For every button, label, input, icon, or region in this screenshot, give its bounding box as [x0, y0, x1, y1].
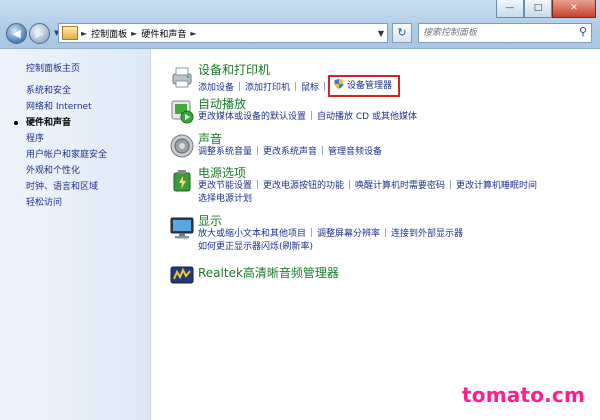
category-title-realtek[interactable]: Realtek高清晰音频管理器 — [198, 264, 339, 281]
link-divider — [349, 180, 351, 189]
window-controls: — □ ✕ — [496, 0, 596, 18]
maximize-button[interactable]: □ — [524, 0, 552, 18]
category-title-power[interactable]: 电源选项 — [198, 164, 246, 181]
category-title-devices[interactable]: 设备和打印机 — [198, 61, 270, 78]
monitor-icon[interactable] — [169, 215, 195, 241]
change-power-saving-link[interactable]: 更改节能设置 — [198, 181, 252, 191]
fix-monitor-flicker-link[interactable]: 如何更正显示器闪烁(刷新率) — [198, 242, 313, 252]
breadcrumb-control-panel[interactable]: 控制面板 — [91, 27, 127, 40]
speaker-icon[interactable] — [169, 133, 195, 159]
close-button[interactable]: ✕ — [552, 0, 596, 18]
sidebar-item-programs[interactable]: 程序 — [26, 131, 107, 147]
link-divider — [385, 228, 387, 237]
forward-button[interactable]: ▶ — [29, 22, 50, 44]
sidebar-item-user-accounts[interactable]: 用户帐户和家庭安全 — [26, 147, 107, 163]
control-panel-icon — [62, 26, 78, 40]
zoom-text-link[interactable]: 放大或缩小文本和其他项目 — [198, 229, 306, 239]
category-links-devices: 添加设备 添加打印机 鼠标 设备管理器 — [198, 75, 600, 99]
change-default-media-link[interactable]: 更改媒体或设备的默认设置 — [198, 112, 306, 122]
category-title-sound[interactable]: 声音 — [198, 130, 222, 147]
sidebar-category-list: 系统和安全 网络和 Internet 硬件和声音 程序 用户帐户和家庭安全 外观… — [13, 83, 107, 211]
sidebar: 控制面板主页 系统和安全 网络和 Internet 硬件和声音 程序 用户帐户和… — [0, 49, 151, 420]
link-divider — [295, 82, 297, 91]
link-divider — [450, 180, 452, 189]
sidebar-item-hardware-sound[interactable]: 硬件和声音 — [13, 115, 107, 131]
link-divider — [257, 180, 259, 189]
add-device-link[interactable]: 添加设备 — [198, 83, 234, 93]
connect-external-display-link[interactable]: 连接到外部显示器 — [391, 229, 463, 239]
battery-icon[interactable] — [169, 167, 195, 193]
link-divider — [257, 146, 259, 155]
link-divider — [322, 146, 324, 155]
sidebar-item-ease-of-access[interactable]: 轻松访问 — [26, 195, 107, 211]
search-box[interactable]: ⚲ — [418, 23, 592, 43]
link-divider — [239, 82, 241, 91]
sidebar-home-link[interactable]: 控制面板主页 — [26, 61, 80, 74]
choose-power-plan-link[interactable]: 选择电源计划 — [198, 194, 252, 204]
mouse-link[interactable]: 鼠标 — [301, 83, 319, 93]
title-bar: — □ ✕ ◀ ▶ ▼ ► 控制面板 ► 硬件和声音 ► ▼ ↻ ⚲ — [0, 0, 600, 49]
category-links-autoplay: 更改媒体或设备的默认设置 自动播放 CD 或其他媒体 — [198, 111, 600, 124]
link-divider — [324, 82, 326, 91]
sidebar-item-network[interactable]: 网络和 Internet — [26, 99, 107, 115]
change-system-sounds-link[interactable]: 更改系统声音 — [263, 147, 317, 157]
category-title-display[interactable]: 显示 — [198, 212, 222, 229]
add-printer-link[interactable]: 添加打印机 — [245, 83, 290, 93]
autoplay-cd-link[interactable]: 自动播放 CD 或其他媒体 — [317, 112, 417, 122]
main-content: 设备和打印机 添加设备 添加打印机 鼠标 设备管理器 自动播放 更改媒体或设备的默认设… — [151, 49, 600, 420]
breadcrumb-separator-icon[interactable]: ► — [190, 29, 196, 38]
address-dropdown-icon[interactable]: ▼ — [378, 29, 384, 38]
require-password-wake-link[interactable]: 唤醒计算机时需要密码 — [355, 181, 445, 191]
category-title-autoplay[interactable]: 自动播放 — [198, 95, 246, 112]
sidebar-item-appearance[interactable]: 外观和个性化 — [26, 163, 107, 179]
realtek-audio-icon[interactable] — [169, 262, 195, 288]
breadcrumb-hardware-sound[interactable]: 硬件和声音 — [141, 27, 186, 40]
device-manager-link[interactable]: 设备管理器 — [347, 81, 392, 91]
adjust-volume-link[interactable]: 调整系统音量 — [198, 147, 252, 157]
sidebar-item-system-security[interactable]: 系统和安全 — [26, 83, 107, 99]
minimize-button[interactable]: — — [496, 0, 524, 18]
search-input[interactable] — [419, 24, 575, 42]
device-manager-highlight: 设备管理器 — [328, 75, 401, 97]
breadcrumb-separator-icon[interactable]: ► — [131, 29, 137, 38]
manage-audio-devices-link[interactable]: 管理音频设备 — [328, 147, 382, 157]
power-button-function-link[interactable]: 更改电源按钮的功能 — [263, 181, 344, 191]
breadcrumb-separator-icon[interactable]: ► — [81, 29, 87, 38]
link-divider — [311, 228, 313, 237]
nav-buttons: ◀ ▶ ▼ — [6, 22, 63, 44]
category-links-sound: 调整系统音量 更改系统声音 管理音频设备 — [198, 146, 600, 159]
shield-icon — [334, 79, 344, 89]
address-bar[interactable]: ► 控制面板 ► 硬件和声音 ► ▼ — [58, 23, 388, 43]
sidebar-item-clock-language[interactable]: 时钟、语言和区域 — [26, 179, 107, 195]
link-divider — [311, 111, 313, 120]
printer-icon[interactable] — [169, 64, 195, 90]
category-links-power: 更改节能设置 更改电源按钮的功能 唤醒计算机时需要密码 更改计算机睡眠时间 选择电源计… — [198, 180, 600, 206]
autoplay-icon[interactable] — [169, 98, 195, 124]
change-sleep-time-link[interactable]: 更改计算机睡眠时间 — [456, 181, 537, 191]
category-links-display: 放大或缩小文本和其他项目 调整屏幕分辨率 连接到外部显示器 如何更正显示器闪烁(刷新… — [198, 228, 600, 254]
adjust-resolution-link[interactable]: 调整屏幕分辨率 — [317, 229, 380, 239]
watermark-text: tomato.cm — [462, 383, 586, 407]
search-icon[interactable]: ⚲ — [579, 25, 587, 38]
back-button[interactable]: ◀ — [6, 22, 27, 44]
refresh-button[interactable]: ↻ — [392, 23, 412, 43]
